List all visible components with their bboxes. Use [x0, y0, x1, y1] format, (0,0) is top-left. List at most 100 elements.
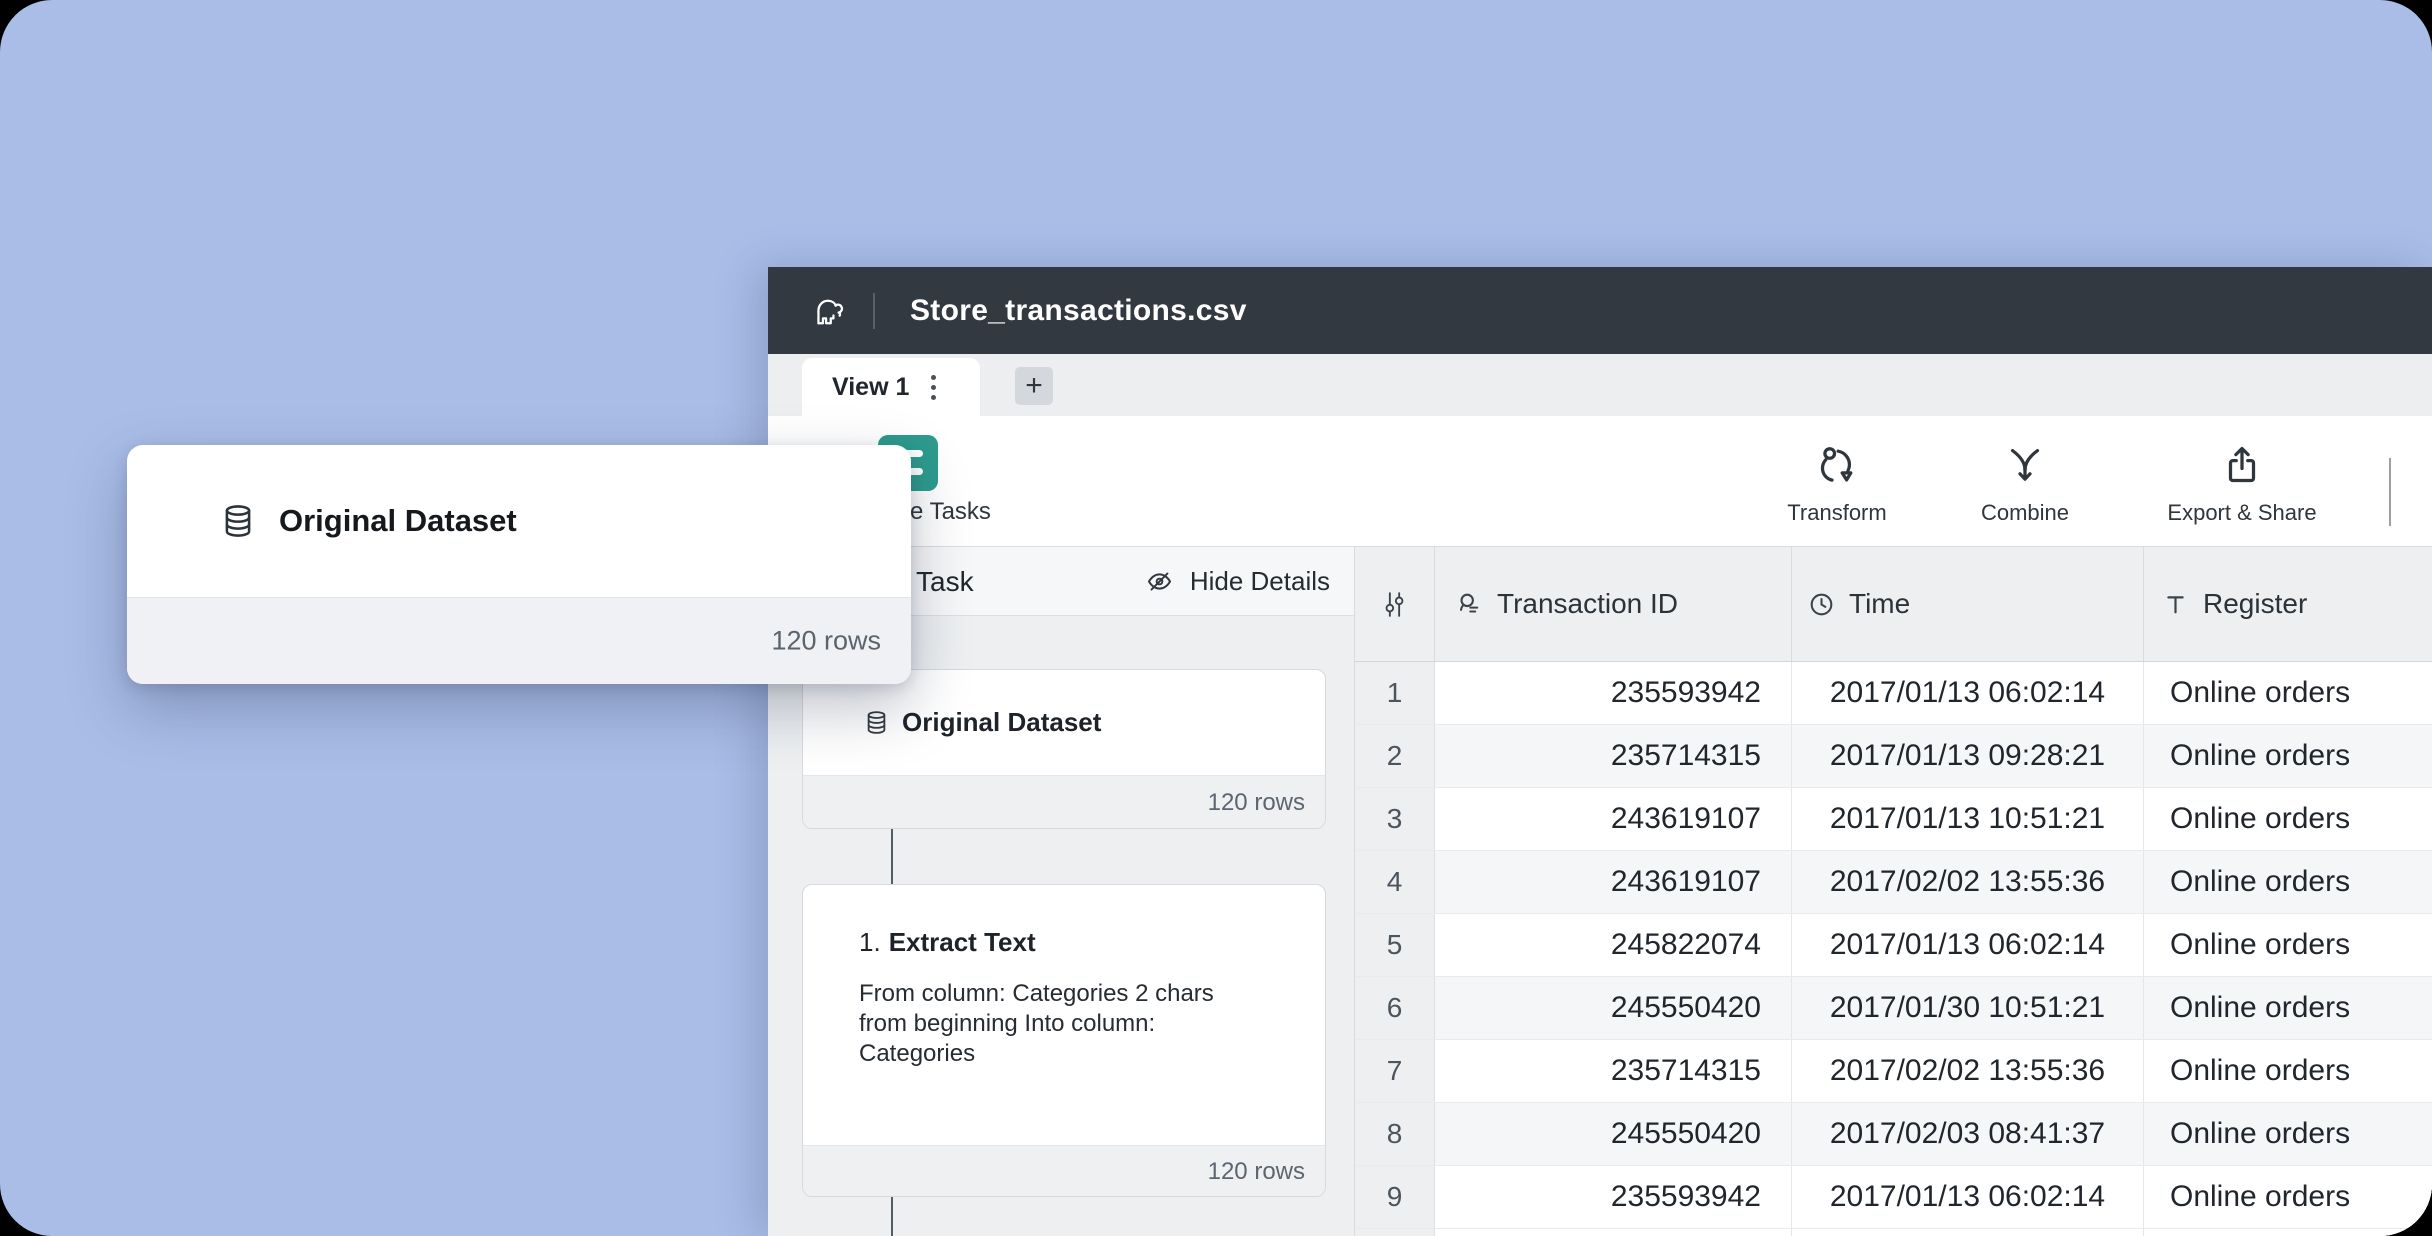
cell-register[interactable]: Online orders — [2144, 1166, 2432, 1228]
eye-off-icon — [1144, 566, 1175, 597]
text-type-icon — [2160, 589, 2191, 620]
cell-register[interactable]: Online orders — [2144, 914, 2432, 976]
column-header-time[interactable]: Time — [1792, 547, 2144, 661]
table-row: 7 235714315 2017/02/02 13:55:36 Online o… — [1355, 1040, 2432, 1103]
hide-details-label: Hide Details — [1190, 566, 1330, 597]
cell-transaction-id[interactable]: 235593942 — [1435, 1166, 1792, 1228]
pipeline-node-extract-text[interactable]: 1.Extract Text From column: Categories 2… — [802, 884, 1326, 1197]
toolbar-divider — [2389, 458, 2391, 526]
id-icon — [1453, 589, 1484, 620]
table-row-partial — [1355, 1229, 2432, 1236]
combine-icon — [2002, 442, 2048, 488]
cell-transaction-id[interactable]: 243619107 — [1435, 851, 1792, 913]
original-dataset-overlay-card[interactable]: Original Dataset 120 rows — [127, 445, 911, 684]
titlebar-divider — [873, 293, 875, 329]
cell-register — [2144, 1229, 2432, 1236]
view-tabstrip: View 1 + — [768, 354, 2432, 416]
overlay-row-count: 120 rows — [771, 626, 881, 657]
database-icon — [219, 502, 257, 540]
table-row: 3 243619107 2017/01/13 10:51:21 Online o… — [1355, 788, 2432, 851]
tab-options-kebab-icon[interactable] — [931, 375, 936, 400]
cell-time[interactable]: 2017/01/30 10:51:21 — [1792, 977, 2144, 1039]
cell-time[interactable]: 2017/01/13 06:02:14 — [1792, 662, 2144, 724]
step-description: From column: Categories 2 chars from beg… — [859, 979, 1255, 1069]
step-number: 1. — [859, 927, 881, 957]
combine-label: Combine — [1981, 500, 2069, 526]
cell-transaction-id — [1435, 1229, 1792, 1236]
elephant-logo-icon[interactable] — [812, 293, 848, 329]
overlay-card-body: Original Dataset — [127, 445, 911, 597]
grid-body: 1 235593942 2017/01/13 06:02:14 Online o… — [1355, 662, 2432, 1236]
tasks-label: e Tasks — [910, 498, 991, 526]
table-row: 9 235593942 2017/01/13 06:02:14 Online o… — [1355, 1166, 2432, 1229]
cell-transaction-id[interactable]: 235714315 — [1435, 1040, 1792, 1102]
cell-transaction-id[interactable]: 245550420 — [1435, 1103, 1792, 1165]
clock-icon — [1806, 589, 1837, 620]
table-row: 1 235593942 2017/01/13 06:02:14 Online o… — [1355, 662, 2432, 725]
row-number: 2 — [1355, 725, 1435, 787]
row-number: 6 — [1355, 977, 1435, 1039]
table-row: 6 245550420 2017/01/30 10:51:21 Online o… — [1355, 977, 2432, 1040]
data-grid: Transaction ID Time Register — [1354, 546, 2432, 1236]
transform-icon — [1814, 442, 1860, 488]
tab-view-1[interactable]: View 1 — [802, 358, 980, 416]
database-icon — [863, 709, 890, 736]
pipeline-node-original-dataset[interactable]: Original Dataset 120 rows — [802, 669, 1326, 829]
cell-register[interactable]: Online orders — [2144, 662, 2432, 724]
cell-register[interactable]: Online orders — [2144, 1103, 2432, 1165]
column-label: Transaction ID — [1497, 588, 1678, 620]
row-number: 7 — [1355, 1040, 1435, 1102]
node-row-count: 120 rows — [1208, 1158, 1305, 1186]
cell-time[interactable]: 2017/01/13 06:02:14 — [1792, 914, 2144, 976]
export-share-button[interactable]: Export & Share — [2142, 434, 2342, 538]
row-number: 3 — [1355, 788, 1435, 850]
overlay-card-title: Original Dataset — [279, 503, 517, 539]
column-header-transaction-id[interactable]: Transaction ID — [1435, 547, 1792, 661]
cell-transaction-id[interactable]: 235714315 — [1435, 725, 1792, 787]
tab-view-1-label: View 1 — [832, 373, 909, 402]
cell-time[interactable]: 2017/01/13 10:51:21 — [1792, 788, 2144, 850]
combine-button[interactable]: Combine — [1925, 434, 2125, 538]
cell-register[interactable]: Online orders — [2144, 1040, 2432, 1102]
add-view-button[interactable]: + — [1015, 367, 1053, 405]
cell-time[interactable]: 2017/01/13 06:02:14 — [1792, 1166, 2144, 1228]
cell-time[interactable]: 2017/02/03 08:41:37 — [1792, 1103, 2144, 1165]
cell-transaction-id[interactable]: 243619107 — [1435, 788, 1792, 850]
grid-header-row: Transaction ID Time Register — [1355, 547, 2432, 662]
hide-details-button[interactable]: Hide Details — [1144, 547, 1330, 616]
row-number: 4 — [1355, 851, 1435, 913]
export-share-icon — [2219, 442, 2265, 488]
table-row: 2 235714315 2017/01/13 09:28:21 Online o… — [1355, 725, 2432, 788]
cell-register[interactable]: Online orders — [2144, 725, 2432, 787]
cell-time[interactable]: 2017/01/13 09:28:21 — [1792, 725, 2144, 787]
transform-button[interactable]: Transform — [1737, 434, 1937, 538]
cell-time[interactable]: 2017/02/02 13:55:36 — [1792, 851, 2144, 913]
column-header-register[interactable]: Register — [2144, 547, 2432, 661]
sliders-icon — [1379, 589, 1410, 620]
table-row: 5 245822074 2017/01/13 06:02:14 Online o… — [1355, 914, 2432, 977]
row-number: 9 — [1355, 1166, 1435, 1228]
table-row: 8 245550420 2017/02/03 08:41:37 Online o… — [1355, 1103, 2432, 1166]
app-window: Store_transactions.csv View 1 + Transfor… — [768, 267, 2432, 1236]
cell-transaction-id[interactable]: 235593942 — [1435, 662, 1792, 724]
pipeline-connector — [891, 1197, 893, 1236]
node-row-count: 120 rows — [1208, 789, 1305, 817]
column-label: Time — [1849, 588, 1910, 620]
pipeline-connector — [891, 829, 893, 884]
cell-transaction-id[interactable]: 245550420 — [1435, 977, 1792, 1039]
cell-register[interactable]: Online orders — [2144, 788, 2432, 850]
cell-transaction-id[interactable]: 245822074 — [1435, 914, 1792, 976]
screenshot-background: Original Dataset 120 rows Store_transact… — [0, 0, 2432, 1236]
grid-settings-header[interactable] — [1355, 547, 1435, 661]
titlebar: Store_transactions.csv — [768, 267, 2432, 354]
table-row: 4 243619107 2017/02/02 13:55:36 Online o… — [1355, 851, 2432, 914]
cell-register[interactable]: Online orders — [2144, 977, 2432, 1039]
transform-label: Transform — [1787, 500, 1886, 526]
task-panel-title: Task — [916, 547, 974, 616]
file-title: Store_transactions.csv — [910, 267, 1247, 354]
node-title: Original Dataset — [902, 707, 1101, 738]
cell-register[interactable]: Online orders — [2144, 851, 2432, 913]
step-title-row: 1.Extract Text — [859, 927, 1036, 958]
cell-time[interactable]: 2017/02/02 13:55:36 — [1792, 1040, 2144, 1102]
node-footer: 120 rows — [803, 775, 1325, 829]
